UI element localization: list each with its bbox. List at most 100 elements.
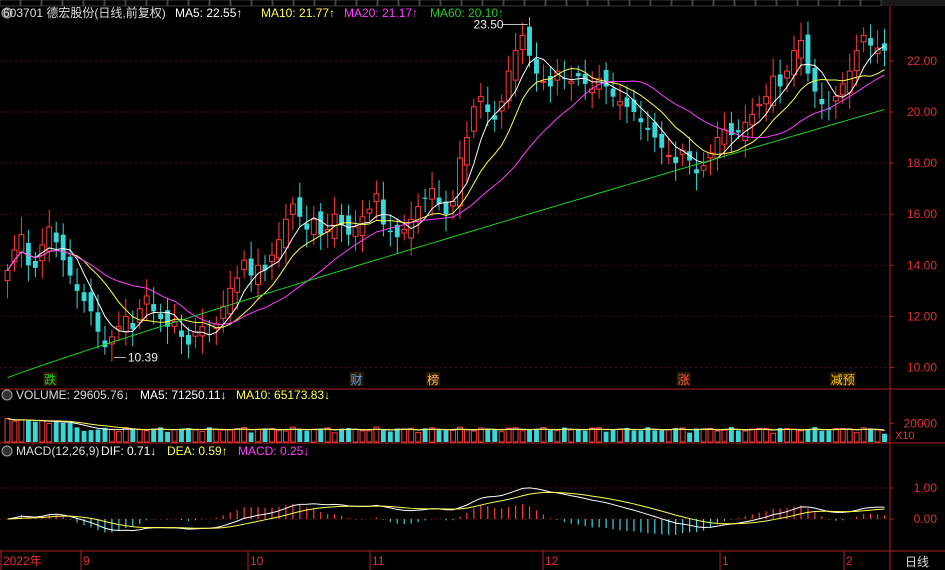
candle-body-up <box>714 137 721 159</box>
toolbar-tab[interactable] <box>608 0 630 7</box>
candle-body-up <box>310 218 317 236</box>
volume-bar-up <box>679 427 686 443</box>
volume-bar-down <box>304 430 310 442</box>
candle-body-down <box>297 197 303 217</box>
toolbar-tab[interactable] <box>503 0 525 7</box>
volume-bar-up <box>143 430 150 443</box>
candle-body-down <box>151 304 157 312</box>
volume-bar-down <box>492 428 498 442</box>
volume-bar-up <box>763 427 770 443</box>
time-axis-label: 9 <box>83 554 90 568</box>
volume-bar-up <box>784 428 791 443</box>
volume-bar-up <box>255 428 261 443</box>
toolbar-tab[interactable] <box>734 0 756 7</box>
volume-bar-down <box>346 428 351 442</box>
candle-body-down <box>346 215 351 235</box>
stock-chart-window: 22.00 20.00 18.00 16.00 14.00 12.00 10.00 23.50… <box>0 0 945 570</box>
candle-body-up <box>18 234 25 253</box>
candle-body-down <box>659 133 665 148</box>
candle-body-down <box>694 169 700 174</box>
toolbar-tab[interactable] <box>839 0 861 7</box>
toolbar-tab[interactable] <box>629 0 651 7</box>
volume-bar-down <box>422 428 428 442</box>
candle-body-up <box>839 83 846 96</box>
volume-bar-up <box>749 428 756 443</box>
volume-bar-down <box>443 430 449 442</box>
toolbar-tab[interactable] <box>545 0 567 7</box>
volume-bar-down <box>694 428 700 442</box>
toolbar-tab[interactable] <box>566 0 588 7</box>
volume-bar-up <box>463 429 470 443</box>
toolbar-tab[interactable] <box>671 0 693 7</box>
candle-body-down <box>868 38 874 46</box>
toolbar-tab[interactable] <box>692 0 714 7</box>
event-marker-5: 减预 <box>831 373 855 387</box>
volume-bar-up <box>756 427 763 443</box>
ma10-legend: MA10: 21.77↑ <box>261 6 335 20</box>
volume-bar-up <box>846 428 853 443</box>
volume-panel-menu-icon[interactable] <box>1 389 13 401</box>
volume-bar-down <box>436 429 442 442</box>
candle-body-up <box>122 315 129 333</box>
candle-body-down <box>60 234 66 261</box>
volume-bar-down <box>318 428 324 442</box>
candle-body-up <box>617 101 623 106</box>
volume-bar-down <box>534 429 539 442</box>
volume-bar-up <box>282 430 289 443</box>
ma5-line <box>7 45 885 336</box>
candle-body-up <box>289 203 296 215</box>
volume-bar-up <box>115 431 122 443</box>
volume-bar-up <box>721 429 728 443</box>
volume-bar-up <box>366 430 373 443</box>
volume-bar-up <box>352 428 359 443</box>
toolbar-tab[interactable] <box>524 0 546 7</box>
volume-bar-down <box>67 423 73 442</box>
volume-bar-up <box>512 427 519 443</box>
toolbar-tab[interactable] <box>818 0 840 7</box>
volume-bar-down <box>687 432 693 442</box>
volume-bar-down <box>485 429 491 442</box>
toolbar-tab[interactable] <box>776 0 798 7</box>
volume-bar-down <box>297 429 303 442</box>
candle-body-up <box>352 226 359 237</box>
chart-canvas[interactable]: 22.0020.0018.0016.0014.0012.0010.0023.50… <box>0 0 945 570</box>
volume-bar-up <box>234 428 241 443</box>
ma60-legend: MA60: 20.10↑ <box>430 6 504 20</box>
candle-body-up <box>832 96 839 102</box>
volume-legend: VOLUME: 29605.76↓ <box>16 388 129 402</box>
candle-body-up <box>276 239 282 259</box>
candle-body-up <box>401 229 408 234</box>
candle-body-down <box>645 127 651 130</box>
volume-bar-down <box>631 430 637 442</box>
candle-body-up <box>540 80 547 83</box>
volume-bar-up <box>770 432 777 443</box>
candle-body-down <box>638 118 644 123</box>
volume-bar-up <box>276 429 282 443</box>
macd-panel-menu-icon[interactable] <box>1 445 13 457</box>
candle-body-down <box>575 73 581 77</box>
volume-bar-down <box>603 431 609 442</box>
volume-bar-up <box>401 428 408 443</box>
volume-bar-up <box>470 430 477 443</box>
volume-bar-up <box>11 420 18 443</box>
toolbar-tab[interactable] <box>860 0 882 7</box>
volume-bar-down <box>74 427 80 442</box>
volume-bar-down <box>165 431 171 442</box>
candle-body-down <box>443 201 449 215</box>
time-axis-label: 12 <box>545 554 559 568</box>
volume-bar-up <box>498 431 505 443</box>
volume-bar-up <box>596 427 603 443</box>
volume-bar-up <box>429 427 436 443</box>
candle-body-down <box>81 292 87 302</box>
toolbar-tab[interactable] <box>587 0 609 7</box>
time-axis-label: 10 <box>250 554 264 568</box>
price-axis-label: 16.00 <box>907 207 937 221</box>
toolbar-tab[interactable] <box>797 0 819 7</box>
toolbar-tab[interactable] <box>713 0 735 7</box>
volume-axis-label: 20000 <box>904 416 938 430</box>
toolbar-tab[interactable] <box>755 0 777 7</box>
toolbar-tab[interactable] <box>650 0 672 7</box>
ma5-legend: MA5: 22.55↑ <box>175 6 242 20</box>
candle-body-up <box>519 34 526 50</box>
time-axis-label: 11 <box>372 554 385 568</box>
